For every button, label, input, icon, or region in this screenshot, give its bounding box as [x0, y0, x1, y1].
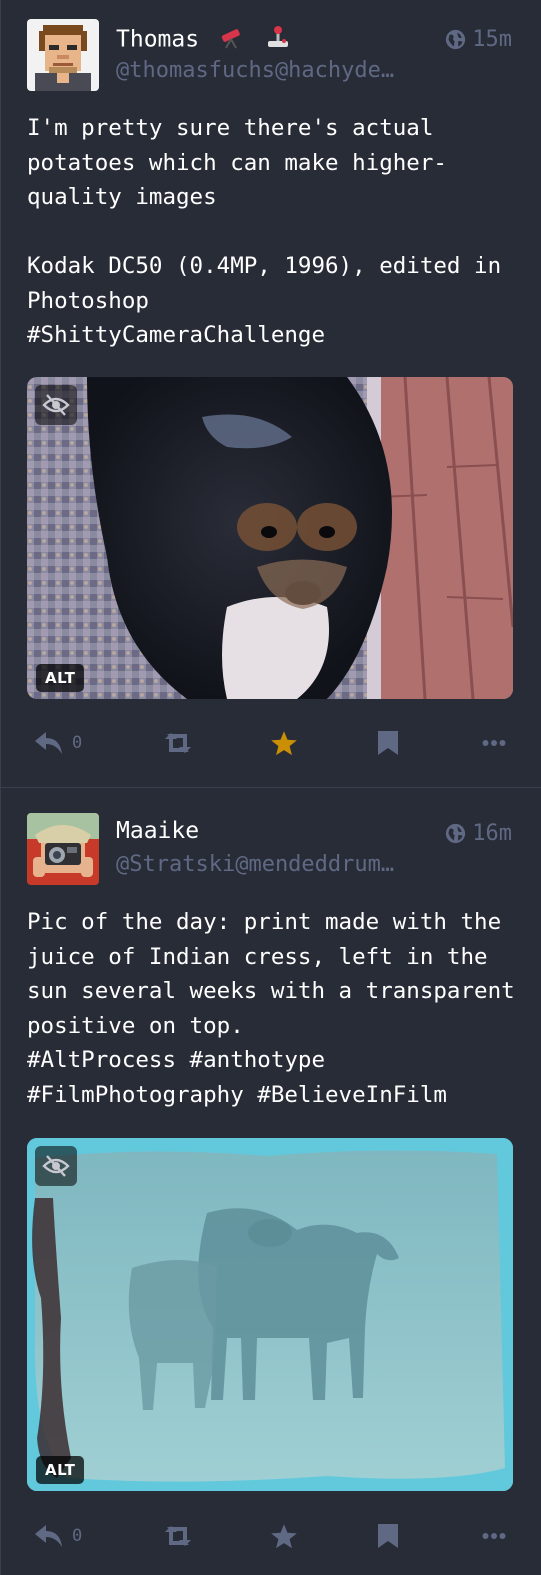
- joystick-emoji: [265, 24, 291, 56]
- media-attachment[interactable]: ALT: [27, 377, 513, 699]
- eye-off-icon: [42, 1155, 70, 1177]
- boost-button[interactable]: [161, 723, 195, 763]
- more-icon: [482, 740, 506, 746]
- hide-media-button[interactable]: [35, 385, 77, 425]
- star-icon: [271, 1523, 297, 1548]
- bookmark-button[interactable]: [377, 723, 399, 763]
- time-text: 15m: [472, 27, 512, 52]
- status-post[interactable]: Thomas @thomasfuchs@hachyde… 15m I'm pre…: [1, 0, 541, 787]
- media-image-dog: [27, 377, 513, 699]
- account-handle[interactable]: @Stratski@mendeddrum…: [116, 852, 421, 877]
- bookmark-icon: [378, 1524, 398, 1548]
- media-attachment[interactable]: ALT: [27, 1138, 513, 1491]
- boost-button[interactable]: [161, 1516, 195, 1556]
- reply-button[interactable]: 0: [34, 723, 82, 763]
- time-text: 16m: [472, 821, 512, 846]
- reply-count: 0: [72, 1526, 83, 1546]
- alt-text-badge[interactable]: ALT: [36, 1456, 85, 1484]
- reply-button[interactable]: 0: [34, 1516, 82, 1556]
- status-post[interactable]: Maaike @Stratski@mendeddrum… 16m Pic of …: [1, 787, 541, 1575]
- star-icon: [271, 730, 297, 755]
- reply-icon: [35, 732, 62, 754]
- action-bar: 0: [1, 1516, 541, 1556]
- display-name[interactable]: Thomas: [116, 24, 291, 56]
- hide-media-button[interactable]: [35, 1146, 77, 1186]
- avatar[interactable]: [27, 813, 99, 885]
- action-bar: 0: [1, 723, 541, 763]
- favourite-button[interactable]: [270, 723, 298, 763]
- boost-icon: [165, 1526, 191, 1546]
- telescope-emoji: [219, 24, 245, 56]
- bookmark-icon: [378, 731, 398, 755]
- post-timestamp[interactable]: 16m: [445, 821, 512, 846]
- status-content: I'm pretty sure there's actual potatoes …: [27, 115, 502, 348]
- reply-icon: [35, 1525, 62, 1547]
- status-content: Pic of the day: print made with the juic…: [27, 909, 515, 1108]
- display-name-text: Thomas: [116, 26, 200, 53]
- boost-icon: [165, 733, 191, 753]
- reply-count: 0: [72, 733, 83, 753]
- more-options-button[interactable]: [482, 1516, 506, 1556]
- more-options-button[interactable]: [482, 723, 506, 763]
- timeline-feed: Thomas @thomasfuchs@hachyde… 15m I'm pre…: [0, 0, 541, 1575]
- globe-icon: [446, 29, 466, 50]
- alt-text-badge[interactable]: ALT: [36, 664, 85, 692]
- favourite-button[interactable]: [270, 1516, 298, 1556]
- avatar[interactable]: [27, 19, 99, 91]
- bookmark-button[interactable]: [377, 1516, 399, 1556]
- post-timestamp[interactable]: 15m: [445, 27, 512, 52]
- display-name-text: Maaike: [116, 818, 200, 844]
- account-handle[interactable]: @thomasfuchs@hachyde…: [116, 58, 421, 83]
- display-name[interactable]: Maaike: [116, 818, 199, 844]
- more-icon: [482, 1533, 506, 1539]
- media-image-horses: [27, 1138, 513, 1491]
- eye-off-icon: [42, 394, 70, 416]
- globe-icon: [446, 823, 466, 844]
